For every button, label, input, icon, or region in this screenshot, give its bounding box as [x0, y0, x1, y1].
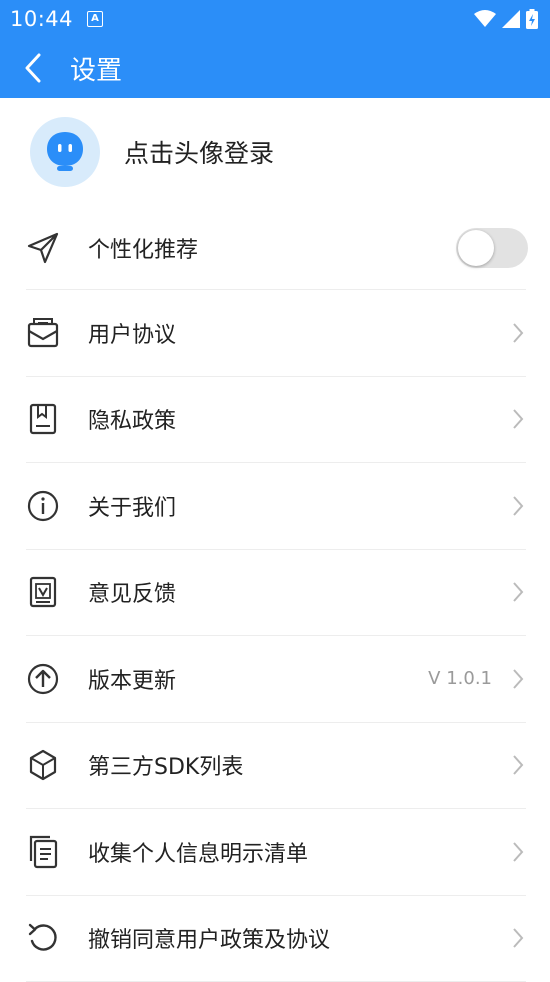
send-icon — [26, 231, 60, 265]
envelope-icon — [26, 316, 60, 350]
undo-icon — [26, 921, 60, 955]
setting-label: 版本更新 — [88, 663, 428, 695]
login-prompt[interactable]: 点击头像登录 — [124, 134, 274, 170]
info-icon — [26, 489, 60, 523]
setting-label: 隐私政策 — [88, 403, 510, 435]
arrow-up-circle-icon — [26, 662, 60, 696]
chevron-right-icon — [510, 840, 526, 864]
chevron-right-icon — [510, 321, 526, 345]
setting-privacy-policy[interactable]: 隐私政策 — [26, 377, 526, 464]
app-bar: 设置 — [0, 38, 550, 98]
setting-label: 意见反馈 — [88, 576, 510, 608]
battery-icon — [526, 9, 538, 29]
avatar[interactable] — [30, 117, 100, 187]
status-bar: 10:44 A — [0, 0, 550, 38]
notification-icon: A — [87, 11, 103, 27]
setting-label: 第三方SDK列表 — [88, 749, 510, 781]
status-time: 10:44 — [10, 7, 73, 31]
profile-section: 点击头像登录 — [0, 98, 550, 206]
setting-label: 撤销同意用户政策及协议 — [88, 922, 510, 954]
page-title: 设置 — [70, 50, 122, 87]
wifi-icon — [474, 10, 496, 28]
chevron-right-icon — [510, 494, 526, 518]
chevron-right-icon — [510, 753, 526, 777]
setting-version-update[interactable]: 版本更新 V 1.0.1 — [26, 636, 526, 723]
chevron-left-icon — [24, 53, 42, 83]
setting-personal-info-list[interactable]: 收集个人信息明示清单 — [26, 809, 526, 896]
robot-avatar-icon — [44, 130, 86, 174]
chevron-right-icon — [510, 580, 526, 604]
setting-revoke-consent[interactable]: 撤销同意用户政策及协议 — [26, 896, 526, 982]
setting-label: 关于我们 — [88, 490, 510, 522]
feedback-icon — [26, 575, 60, 609]
setting-personalized-recommendation: 个性化推荐 — [26, 206, 526, 290]
chevron-right-icon — [510, 926, 526, 950]
setting-third-party-sdk[interactable]: 第三方SDK列表 — [26, 723, 526, 810]
toggle-knob — [458, 230, 494, 266]
setting-label: 用户协议 — [88, 317, 510, 349]
setting-label: 个性化推荐 — [88, 232, 456, 264]
document-bookmark-icon — [26, 402, 60, 436]
cube-icon — [26, 748, 60, 782]
setting-user-agreement[interactable]: 用户协议 — [26, 290, 526, 377]
personalized-recommendation-toggle[interactable] — [456, 228, 528, 268]
chevron-right-icon — [510, 667, 526, 691]
version-number: V 1.0.1 — [428, 668, 492, 689]
chevron-right-icon — [510, 407, 526, 431]
setting-about-us[interactable]: 关于我们 — [26, 463, 526, 550]
setting-feedback[interactable]: 意见反馈 — [26, 550, 526, 637]
signal-icon — [502, 10, 520, 28]
back-button[interactable] — [18, 48, 48, 88]
documents-icon — [26, 835, 60, 869]
setting-label: 收集个人信息明示清单 — [88, 836, 510, 868]
